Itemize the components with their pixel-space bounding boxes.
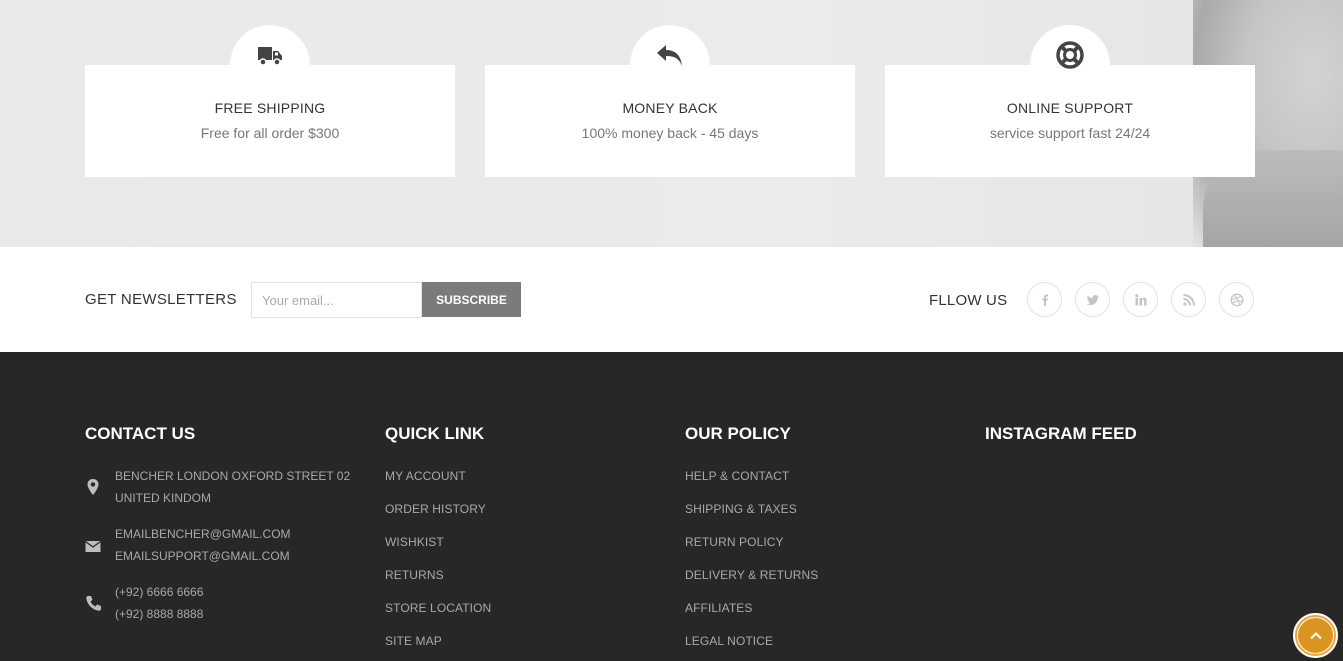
facebook-link[interactable] xyxy=(1027,282,1062,317)
reply-arrow-icon xyxy=(657,45,682,66)
contact-us-title: CONTACT US xyxy=(85,424,196,443)
services-banner: FREE SHIPPING Free for all order $300 MO… xyxy=(0,0,1343,247)
service-free-shipping: FREE SHIPPING Free for all order $300 xyxy=(85,25,455,177)
quick-link-store-location[interactable]: STORE LOCATION xyxy=(385,601,491,615)
truck-icon xyxy=(258,47,282,66)
service-money-back: MONEY BACK 100% money back - 45 days xyxy=(485,25,855,177)
quick-link-title: QUICK LINK xyxy=(385,424,485,443)
email-text: EMAILBENCHER@GMAIL.COM EMAILSUPPORT@GMAI… xyxy=(115,523,291,567)
phone-line: (+92) 6666 6666 xyxy=(115,585,204,599)
newsletter-email-input[interactable] xyxy=(251,282,422,318)
phone-icon xyxy=(86,596,101,611)
phone-line: (+92) 8888 8888 xyxy=(115,607,204,621)
email-line[interactable]: EMAILBENCHER@GMAIL.COM xyxy=(115,523,291,545)
address-line: BENCHER LONDON OXFORD STREET 02 xyxy=(115,469,351,483)
lifebuoy-icon xyxy=(1056,41,1084,69)
dribbble-icon xyxy=(1230,293,1243,306)
twitter-icon xyxy=(1086,294,1099,305)
follow-title: FLLOW US xyxy=(929,292,1008,309)
quick-link-site-map[interactable]: SITE MAP xyxy=(385,634,442,648)
envelope-icon xyxy=(85,540,101,552)
linkedin-icon xyxy=(1134,293,1147,305)
newsletter-title: GET NEWSLETTERS xyxy=(85,291,237,308)
quick-link-wishlist[interactable]: WISHKIST xyxy=(385,535,444,549)
service-online-support: ONLINE SUPPORT service support fast 24/2… xyxy=(885,25,1255,177)
policy-link-delivery-returns[interactable]: DELIVERY & RETURNS xyxy=(685,568,818,582)
quick-link-my-account[interactable]: MY ACCOUNT xyxy=(385,469,466,483)
service-subtitle: service support fast 24/24 xyxy=(989,125,1151,141)
service-title: FREE SHIPPING xyxy=(214,100,326,116)
facebook-icon xyxy=(1041,294,1048,306)
instagram-feed-title: INSTAGRAM FEED xyxy=(985,424,1137,443)
map-pin-icon xyxy=(87,479,99,495)
quick-link-order-history[interactable]: ORDER HISTORY xyxy=(385,502,486,516)
service-subtitle: Free for all order $300 xyxy=(200,125,340,141)
service-title: ONLINE SUPPORT xyxy=(1006,100,1134,116)
dribbble-link[interactable] xyxy=(1219,282,1254,317)
policy-link-help-contact[interactable]: HELP & CONTACT xyxy=(685,469,789,483)
service-title: MONEY BACK xyxy=(622,100,718,116)
linkedin-link[interactable] xyxy=(1123,282,1158,317)
policy-link-shipping-taxes[interactable]: SHIPPING & TAXES xyxy=(685,502,797,516)
address-line: UNITED KINDOM xyxy=(115,491,211,505)
site-footer: CONTACT US QUICK LINK OUR POLICY INSTAGR… xyxy=(0,352,1343,661)
policy-link-affiliates[interactable]: AFFILIATES xyxy=(685,601,752,615)
twitter-link[interactable] xyxy=(1075,282,1110,317)
rss-link[interactable] xyxy=(1171,282,1206,317)
service-subtitle: 100% money back - 45 days xyxy=(581,125,759,141)
chevron-up-icon xyxy=(1309,631,1322,639)
policy-link-return-policy[interactable]: RETURN POLICY xyxy=(685,535,784,549)
address-text: BENCHER LONDON OXFORD STREET 02 UNITED K… xyxy=(115,465,350,509)
quick-link-returns[interactable]: RETURNS xyxy=(385,568,444,582)
newsletter-bar: GET NEWSLETTERS SUBSCRIBE FLLOW US xyxy=(0,247,1343,352)
rss-icon xyxy=(1182,293,1195,306)
subscribe-button[interactable]: SUBSCRIBE xyxy=(422,282,521,317)
policy-link-legal-notice[interactable]: LEGAL NOTICE xyxy=(685,634,773,648)
phone-text: (+92) 6666 6666 (+92) 8888 8888 xyxy=(115,581,203,625)
email-line[interactable]: EMAILSUPPORT@GMAIL.COM xyxy=(115,545,291,567)
our-policy-title: OUR POLICY xyxy=(685,424,791,443)
scroll-to-top-button[interactable] xyxy=(1293,613,1338,658)
